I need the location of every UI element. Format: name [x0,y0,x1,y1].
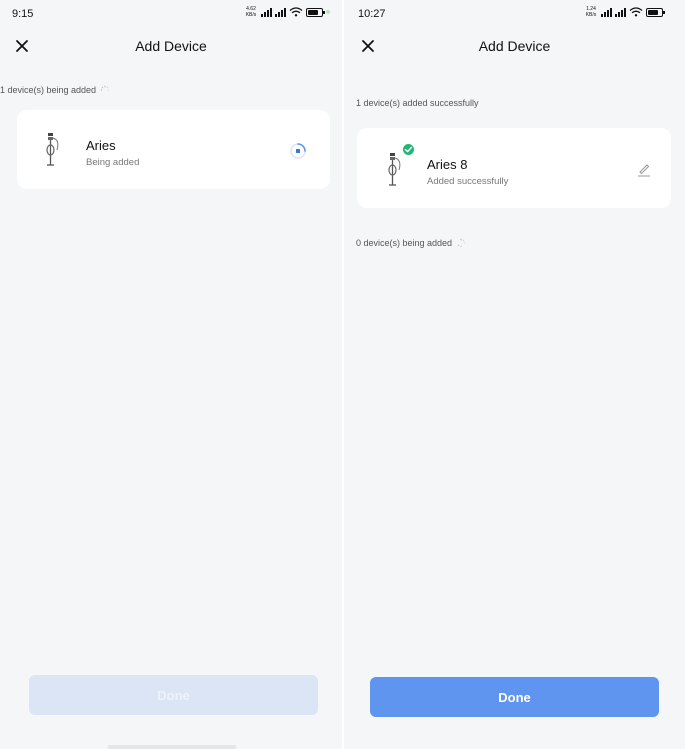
device-card[interactable]: Aries Being added [17,110,330,189]
adding-screen: 9:15 4.62 KB/s Add Device 1 device(s) be… [0,0,342,749]
spinner-icon [100,85,110,91]
status-icons: 4.62 KB/s [244,6,330,18]
ev-charger-icon [388,153,401,186]
signal-icon [615,7,626,17]
home-indicator [108,745,236,749]
device-card[interactable]: Aries 8 Added successfully [357,128,671,208]
added-screen: 10:27 1.24 KB/s Add Device 1 device(s) a… [344,0,685,749]
page-title: Add Device [478,38,551,54]
signal-icon [601,7,612,17]
loading-icon [290,143,306,159]
device-status: Added successfully [427,176,509,187]
nav-bar: Add Device [0,26,342,66]
done-button[interactable]: Done [29,675,318,715]
status-bar: 10:27 1.24 KB/s [344,0,685,26]
battery-icon [306,7,325,17]
signal-icon [275,7,286,17]
adding-count-text: 1 device(s) being added [0,85,97,95]
signal-icon [261,7,272,17]
success-count-text: 1 device(s) added successfully [356,98,479,108]
wifi-icon [289,7,303,17]
device-status: Being added [86,157,140,168]
wifi-icon [629,7,643,17]
device-name: Aries 8 [427,157,468,172]
check-icon [401,142,416,157]
battery-icon [646,7,665,17]
pencil-icon[interactable] [636,161,652,177]
device-name: Aries [86,138,116,153]
ev-charger-icon [46,133,59,166]
network-speed: 1.24 KB/s [585,6,597,18]
adding-count-text: 0 device(s) being added [356,238,453,248]
spinner-icon [457,238,466,248]
status-time: 9:15 [12,8,34,20]
status-time: 10:27 [358,8,386,20]
done-button[interactable]: Done [370,677,659,717]
adding-count-label: 0 device(s) being added [356,238,466,248]
nav-bar: Add Device [344,26,685,66]
notification-dot [326,10,330,14]
adding-count-label: 1 device(s) being added [0,85,110,95]
status-icons: 1.24 KB/s [584,6,665,18]
page-title: Add Device [135,38,207,54]
network-speed: 4.62 KB/s [245,6,257,18]
success-count-label: 1 device(s) added successfully [356,98,479,108]
status-bar: 9:15 4.62 KB/s [0,0,342,26]
